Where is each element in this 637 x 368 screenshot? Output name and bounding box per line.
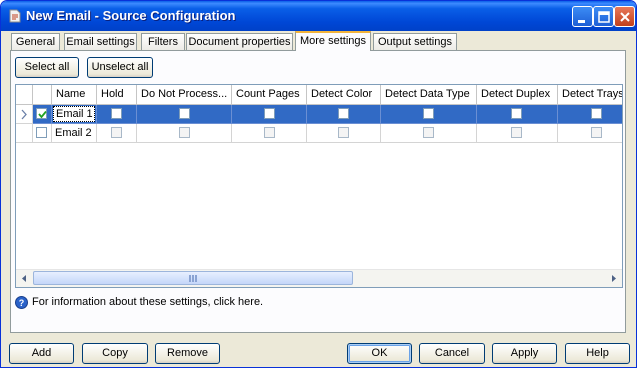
app-icon	[9, 9, 21, 23]
window-title: New Email - Source Configuration	[26, 8, 236, 23]
detect-duplex-checkbox[interactable]	[511, 127, 522, 138]
detect-data-type-cell	[381, 105, 477, 124]
cancel-button[interactable]: Cancel	[419, 343, 485, 364]
close-button[interactable]	[614, 6, 635, 27]
column-header-do-not-process[interactable]: Do Not Process...	[137, 85, 232, 105]
detect-trays-cell	[558, 124, 622, 143]
close-icon	[620, 12, 630, 22]
copy-button[interactable]: Copy	[82, 343, 148, 364]
detect-trays-checkbox[interactable]	[591, 108, 602, 119]
scrollbar-thumb[interactable]	[33, 271, 353, 285]
row-select-checkbox[interactable]	[36, 127, 47, 138]
count-pages-checkbox[interactable]	[264, 127, 275, 138]
detect-color-cell	[307, 124, 381, 143]
detect-data-type-checkbox[interactable]	[423, 127, 434, 138]
hold-cell	[97, 105, 137, 124]
count-pages-checkbox[interactable]	[264, 108, 275, 119]
detect-duplex-cell	[477, 124, 558, 143]
tab-email-settings[interactable]: Email settings	[64, 33, 137, 50]
detect-trays-checkbox[interactable]	[591, 127, 602, 138]
tab-output-settings[interactable]: Output settings	[373, 33, 457, 50]
apply-button[interactable]: Apply	[492, 343, 557, 364]
minimize-icon	[578, 20, 585, 23]
grip-icon	[189, 275, 197, 282]
row-select-cell	[33, 105, 52, 124]
hold-checkbox[interactable]	[111, 127, 122, 138]
detect-duplex-cell	[477, 105, 558, 124]
column-header-detect-color[interactable]: Detect Color	[307, 85, 381, 105]
tab-document-properties[interactable]: Document properties	[186, 33, 293, 50]
name-value[interactable]: Email 1	[53, 106, 95, 122]
detect-color-checkbox[interactable]	[338, 108, 349, 119]
dialog-window: New Email - Source Configuration General…	[0, 0, 637, 368]
help-button[interactable]: Help	[565, 343, 630, 364]
unselect-all-button[interactable]: Unselect all	[87, 57, 153, 78]
tab-filters[interactable]: Filters	[141, 33, 185, 50]
row-select-checkbox[interactable]	[36, 108, 47, 119]
title-bar[interactable]: New Email - Source Configuration	[1, 1, 636, 31]
ok-button[interactable]: OK	[347, 343, 412, 364]
select-all-button[interactable]: Select all	[15, 57, 79, 78]
checkmark-icon	[38, 110, 47, 119]
column-header-detect-data-type[interactable]: Detect Data Type	[381, 85, 477, 105]
minimize-button[interactable]	[572, 6, 593, 27]
horizontal-scrollbar[interactable]	[16, 269, 622, 287]
row-indicator	[16, 124, 33, 143]
column-header-name[interactable]: Name	[52, 85, 97, 105]
column-header-hold[interactable]: Hold	[97, 85, 137, 105]
detect-duplex-checkbox[interactable]	[511, 108, 522, 119]
do-not-process-checkbox[interactable]	[179, 127, 190, 138]
column-header-count-pages[interactable]: Count Pages	[232, 85, 307, 105]
name-cell[interactable]: Email 2	[52, 124, 97, 143]
detect-data-type-cell	[381, 124, 477, 143]
scroll-right-icon[interactable]	[605, 270, 622, 287]
row-indicator	[16, 105, 33, 124]
count-pages-cell	[232, 105, 307, 124]
select-column-header[interactable]	[33, 85, 52, 105]
do-not-process-cell	[137, 105, 232, 124]
info-text[interactable]: For information about these settings, cl…	[32, 296, 263, 308]
detect-data-type-checkbox[interactable]	[423, 108, 434, 119]
row-select-cell	[33, 124, 52, 143]
tab-more-settings[interactable]: More settings	[295, 31, 371, 51]
name-cell[interactable]: Email 1	[52, 105, 97, 124]
detect-trays-cell	[558, 105, 622, 124]
hold-cell	[97, 124, 137, 143]
hold-checkbox[interactable]	[111, 108, 122, 119]
do-not-process-checkbox[interactable]	[179, 108, 190, 119]
column-header-detect-duplex[interactable]: Detect Duplex	[477, 85, 558, 105]
detect-color-checkbox[interactable]	[338, 127, 349, 138]
scroll-left-icon[interactable]	[16, 270, 33, 287]
help-icon: ?	[15, 296, 28, 309]
count-pages-cell	[232, 124, 307, 143]
column-header-detect-trays[interactable]: Detect Trays	[558, 85, 622, 105]
add-button[interactable]: Add	[9, 343, 74, 364]
settings-grid[interactable]: Name Hold Do Not Process... Count Pages …	[15, 84, 623, 288]
tab-general[interactable]: General	[11, 33, 60, 50]
maximize-icon	[598, 11, 610, 23]
do-not-process-cell	[137, 124, 232, 143]
detect-color-cell	[307, 105, 381, 124]
row-header-column	[16, 85, 33, 105]
remove-button[interactable]: Remove	[155, 343, 220, 364]
current-row-arrow-icon	[21, 109, 27, 120]
maximize-button[interactable]	[593, 6, 614, 27]
svg-text:?: ?	[19, 298, 25, 308]
